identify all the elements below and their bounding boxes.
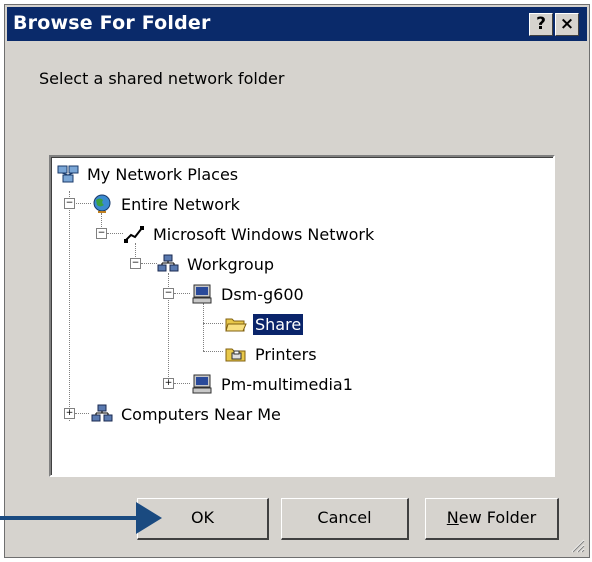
cancel-button[interactable]: Cancel: [281, 498, 409, 540]
printers-folder-icon: [225, 348, 246, 362]
tree-item-printers[interactable]: Printers: [225, 342, 319, 366]
tree-line: [203, 323, 223, 324]
tree-item-workgroup[interactable]: Workgroup: [157, 252, 276, 276]
dialog-title: Browse For Folder: [13, 12, 211, 34]
tree-item-entire-network[interactable]: Entire Network: [91, 192, 242, 216]
network-places-icon: [57, 165, 79, 183]
tree-item-dsm-g600[interactable]: Dsm-g600: [191, 282, 306, 306]
tree-item-label: Share: [251, 312, 305, 336]
folder-tree[interactable]: − − − − + + My Network Places Entire Net…: [49, 155, 555, 477]
tree-item-computers-near-me[interactable]: Computers Near Me: [91, 402, 283, 426]
close-button[interactable]: ×: [555, 13, 579, 36]
tree-item-label: My Network Places: [87, 164, 239, 184]
tree-line: [174, 293, 190, 294]
collapse-toggle-workgroup[interactable]: −: [130, 258, 141, 269]
network-cable-icon: [124, 226, 144, 243]
globe-icon: [93, 194, 111, 213]
resize-grip-icon[interactable]: [569, 537, 585, 553]
tree-item-microsoft-windows-network[interactable]: Microsoft Windows Network: [123, 222, 376, 246]
collapse-toggle-windows-network[interactable]: −: [96, 228, 107, 239]
tree-line: [107, 233, 123, 234]
tree-line: [75, 413, 89, 414]
workgroup-icon: [157, 254, 179, 272]
tree-item-label: Entire Network: [121, 194, 240, 214]
tree-item-label: Microsoft Windows Network: [153, 224, 375, 244]
browse-for-folder-dialog: Browse For Folder ? × Select a shared ne…: [4, 4, 590, 558]
tree-item-label: Workgroup: [187, 254, 274, 274]
tree-line: [69, 191, 70, 421]
tree-line: [203, 351, 223, 352]
new-folder-access-key: N: [446, 508, 459, 527]
tree-item-my-network-places[interactable]: My Network Places: [57, 162, 240, 186]
tree-item-label: Dsm-g600: [221, 284, 304, 304]
tree-item-pm-multimedia1[interactable]: Pm-multimedia1: [191, 372, 355, 396]
pointer-arrow-icon: [0, 502, 162, 534]
tree-line: [174, 383, 190, 384]
computer-icon: [192, 374, 212, 394]
open-folder-icon: [225, 318, 247, 332]
expand-toggle-pm-multimedia1[interactable]: +: [163, 378, 174, 389]
tree-item-label: Printers: [255, 344, 317, 364]
tree-item-label: Computers Near Me: [121, 404, 281, 424]
collapse-toggle-entire-network[interactable]: −: [64, 198, 75, 209]
instruction-text: Select a shared network folder: [39, 69, 285, 88]
new-folder-button[interactable]: New Folder: [425, 498, 559, 540]
tree-line: [73, 203, 91, 204]
tree-item-label: Pm-multimedia1: [221, 374, 353, 394]
help-button[interactable]: ?: [529, 13, 553, 36]
expand-toggle-computers-near-me[interactable]: +: [64, 408, 75, 419]
computer-icon: [192, 284, 212, 304]
tree-item-share[interactable]: Share: [225, 312, 305, 336]
new-folder-label: ew Folder: [458, 508, 537, 527]
title-bar[interactable]: Browse For Folder ? ×: [7, 7, 587, 41]
collapse-toggle-dsm-g600[interactable]: −: [163, 288, 174, 299]
tree-line: [141, 263, 157, 264]
workgroup-icon: [91, 404, 113, 422]
tree-line: [203, 303, 204, 351]
